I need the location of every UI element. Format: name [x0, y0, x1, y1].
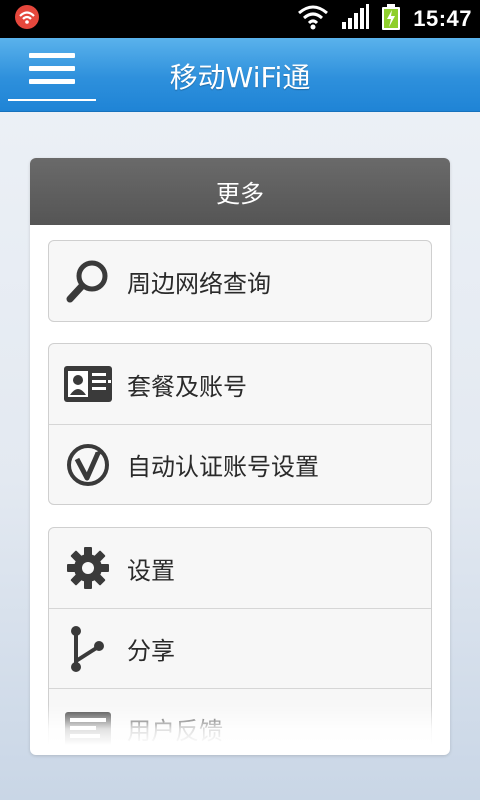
id-card-icon: [49, 344, 127, 424]
menu-item-package-account[interactable]: 套餐及账号: [49, 344, 431, 424]
menu-group-account: 套餐及账号 自动认证账号设置: [48, 343, 432, 505]
app-notification-icon: [14, 4, 40, 34]
panel-list[interactable]: 周边网络查询 套餐及账号 自动认证账号设置 设置 分享 用户反馈: [30, 225, 450, 745]
menu-item-feedback[interactable]: 用户反馈: [49, 688, 431, 745]
menu-item-share[interactable]: 分享: [49, 608, 431, 688]
menu-group-misc: 设置 分享 用户反馈: [48, 527, 432, 745]
status-clock: 15:47: [413, 6, 472, 31]
menu-item-settings[interactable]: 设置: [49, 528, 431, 608]
menu-item-label: 分享: [127, 637, 175, 665]
more-panel: 更多 周边网络查询 套餐及账号 自动认证账号设置 设置 分享 用户反馈: [30, 158, 450, 755]
app-title: 移动WiFi通: [169, 61, 311, 94]
cell-signal-icon: [341, 4, 370, 34]
gear-icon: [49, 528, 127, 608]
wifi-signal-icon: [297, 4, 329, 34]
menu-item-label: 周边网络查询: [127, 269, 271, 298]
panel-title: 更多: [30, 158, 450, 225]
menu-item-label: 设置: [127, 556, 175, 585]
menu-item-auto-auth-settings[interactable]: 自动认证账号设置: [49, 424, 431, 504]
status-bar: 15:47: [0, 0, 480, 38]
menu-item-label: 自动认证账号设置: [127, 453, 319, 481]
search-icon: [49, 241, 127, 321]
feedback-icon: [49, 689, 127, 745]
battery-charging-icon: [381, 4, 401, 34]
share-icon: [49, 609, 127, 689]
menu-item-label: 用户反馈: [127, 717, 223, 745]
menu-group-network: 周边网络查询: [48, 240, 432, 322]
menu-item-nearby-networks[interactable]: 周边网络查询: [49, 241, 431, 321]
app-bar: 移动WiFi通: [0, 38, 480, 112]
menu-item-label: 套餐及账号: [127, 372, 247, 401]
v-circle-icon: [49, 425, 127, 505]
